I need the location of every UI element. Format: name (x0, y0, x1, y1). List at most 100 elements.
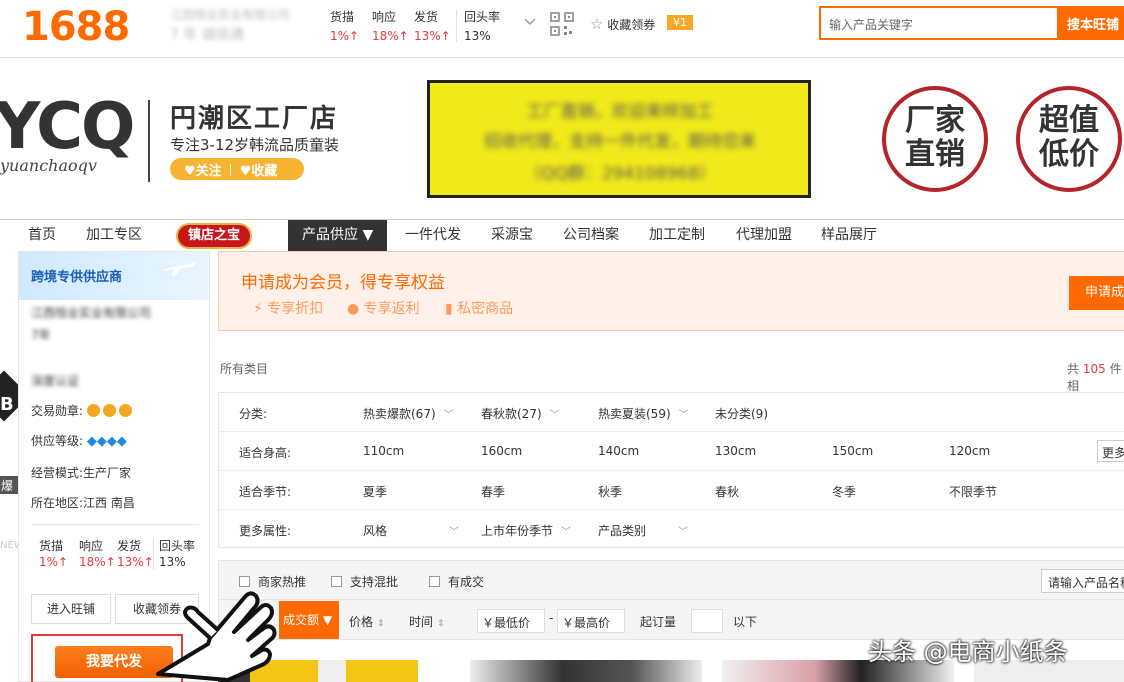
filter-option[interactable]: 150cm (832, 444, 873, 458)
chevron-down-icon[interactable] (524, 16, 536, 30)
nav-company-profile[interactable]: 公司档案 (563, 220, 619, 251)
nav-treasure[interactable]: 镇店之宝 (176, 223, 253, 249)
star-icon: ☆ (590, 15, 604, 33)
product-name-search[interactable]: 请输入产品名称 (1041, 569, 1124, 593)
filter-option[interactable]: 热卖爆款(67) ﹀ (363, 405, 454, 422)
chevron-down-icon: ﹀ (678, 410, 689, 421)
plane-icon (159, 258, 199, 284)
nav-samples[interactable]: 样品展厅 (821, 220, 877, 251)
filter-option[interactable]: 140cm (598, 444, 639, 458)
divider (219, 599, 1124, 600)
coupon-badge[interactable]: ¥1 (667, 15, 693, 30)
trade-medal-label: 交易勋章: (31, 404, 84, 418)
follow-button[interactable]: ♥关注 (184, 164, 222, 179)
favorite-label: 收藏领券 (607, 18, 656, 32)
filter-label: 适合季节: (239, 485, 292, 499)
metric-value: 13% (464, 29, 491, 43)
company-sub-blurred: 7 年 诚信通 (170, 27, 244, 43)
metric-label: 发货 (117, 539, 142, 553)
breadcrumb[interactable]: 所有类目 (220, 360, 268, 377)
price-min-input[interactable]: ￥最低价 (477, 609, 545, 633)
nav-caiyuanbao[interactable]: 采源宝 (491, 220, 533, 251)
medal-icon (118, 404, 132, 417)
seal-text: 超值 (1039, 103, 1099, 138)
favorite-coupon-link[interactable]: ☆ 收藏领券 (590, 15, 655, 33)
follow-collect-pill[interactable]: ♥关注 ♥收藏 (170, 158, 304, 180)
filter-option[interactable]: 110cm (363, 444, 404, 458)
filter-option[interactable]: 未分类(9) (715, 405, 768, 422)
filter-option[interactable]: 秋季 (598, 483, 622, 500)
factory-direct-seal: 厂家 直销 (882, 86, 988, 192)
sort-bar: 商家热推 支持混批 有成交 请输入产品名称 成交额 ▼ 价格 ⇕ 时间 ⇕ ￥最低价… (218, 560, 1124, 640)
chevron-down-icon: ﹀ (449, 527, 460, 538)
nav-agency[interactable]: 代理加盟 (736, 220, 792, 251)
apply-member-button[interactable]: 申请成 (1069, 276, 1124, 310)
notice-line: （QQ群：294108968） (523, 164, 717, 184)
filter-dropdown[interactable]: 产品类别 ﹀ (598, 522, 688, 539)
nav-products[interactable]: 产品供应 ▼ (288, 220, 388, 251)
site-logo[interactable]: 1688 (22, 4, 130, 50)
metric-label: 响应 (79, 539, 104, 553)
filter-panel: 分类: 热卖爆款(67) ﹀ 春秋款(27) ﹀ 热卖夏装(59) ﹀ 未分类(9) … (218, 392, 1124, 548)
sort-arrows-icon: ⇕ (377, 619, 385, 629)
checkbox-has-deal[interactable]: 有成交 (429, 573, 484, 590)
metric-huomiao: 货描 1%↑ (330, 8, 374, 43)
notice-board: 工厂直销，欢迎来样加工 招收代理，支持一件代发，期待您来 （QQ群：294108… (427, 80, 811, 198)
filter-option[interactable]: 春秋 (715, 483, 739, 500)
metric-xiangying: 响应 18%↑ (372, 8, 416, 43)
side-metric: 发货 13%↑ (117, 538, 157, 570)
enter-shop-button[interactable]: 进入旺铺 (31, 594, 111, 624)
metric-value: 1%↑ (39, 555, 69, 569)
seal-text: 厂家 (905, 103, 965, 138)
shop-description: 专注3-12岁韩流品质童装 (170, 136, 340, 154)
nav-dropship[interactable]: 一件代发 (405, 220, 461, 251)
filter-option[interactable]: 热卖夏装(59) ﹀ (598, 405, 689, 422)
diamond-icon: ◆◆◆◆ (86, 434, 127, 449)
divider (456, 10, 457, 42)
supplier-license-blurred: 深度认证 (31, 374, 80, 388)
watermark-text: 头条 @电商小纸条 (868, 638, 1068, 666)
filter-option[interactable]: 春秋款(27) ﹀ (481, 405, 560, 422)
filter-option[interactable]: 夏季 (363, 483, 387, 500)
nav-home[interactable]: 首页 (28, 220, 56, 251)
chevron-down-icon: ﹀ (561, 527, 572, 538)
checkbox-mixed-batch[interactable]: 支持混批 (331, 573, 398, 590)
checkbox-label: 支持混批 (350, 575, 399, 589)
coin-icon: ● (347, 301, 360, 317)
checkbox[interactable] (331, 576, 342, 587)
shop-nav: 首页 加工专区 镇店之宝 产品供应 ▼ 一件代发 采源宝 公司档案 加工定制 代… (0, 219, 1124, 251)
filter-option[interactable]: 春季 (481, 483, 505, 500)
filter-option[interactable]: 不限季节 (949, 483, 997, 500)
sort-by-volume[interactable]: 成交额 ▼ (279, 601, 339, 639)
edge-letter: B (0, 394, 14, 415)
low-price-seal: 超值 低价 (1016, 86, 1122, 192)
total-number: 105 (1082, 362, 1106, 376)
total-count: 共 105 件相 (1067, 360, 1124, 394)
trash-icon: ▮ (445, 301, 453, 317)
filter-dropdown[interactable]: 上市年份季节 ﹀ (481, 522, 571, 539)
sort-by-price[interactable]: 价格 ⇕ (349, 613, 385, 630)
qr-code-icon[interactable] (550, 12, 574, 36)
nav-processing[interactable]: 加工专区 (86, 220, 142, 251)
notice-line: 招收代理，支持一件代发，期待您来 (484, 132, 756, 152)
search-input[interactable]: 输入产品关键字 (819, 6, 1057, 40)
collect-button[interactable]: ♥收藏 (240, 164, 278, 179)
nav-custom[interactable]: 加工定制 (649, 220, 705, 251)
lightning-icon: ⚡ (253, 301, 263, 317)
divider (230, 164, 232, 176)
sort-label: 时间 (409, 615, 434, 629)
seal-text: 直销 (905, 137, 965, 172)
moq-input[interactable] (691, 609, 723, 633)
product-thumbnail[interactable] (470, 660, 702, 682)
search-shop-button[interactable]: 搜本旺铺 (1057, 6, 1124, 40)
sort-by-time[interactable]: 时间 ⇕ (409, 613, 445, 630)
filter-option[interactable]: 130cm (715, 444, 756, 458)
filter-option[interactable]: 120cm (949, 444, 990, 458)
more-button[interactable]: 更多 (1097, 440, 1124, 462)
notice-line: 工厂直销，欢迎来样加工 (526, 102, 714, 122)
checkbox[interactable] (429, 576, 440, 587)
filter-dropdown[interactable]: 风格 ﹀ (363, 522, 459, 539)
filter-option[interactable]: 冬季 (832, 483, 856, 500)
price-max-input[interactable]: ￥最高价 (557, 609, 625, 633)
filter-option[interactable]: 160cm (481, 444, 522, 458)
